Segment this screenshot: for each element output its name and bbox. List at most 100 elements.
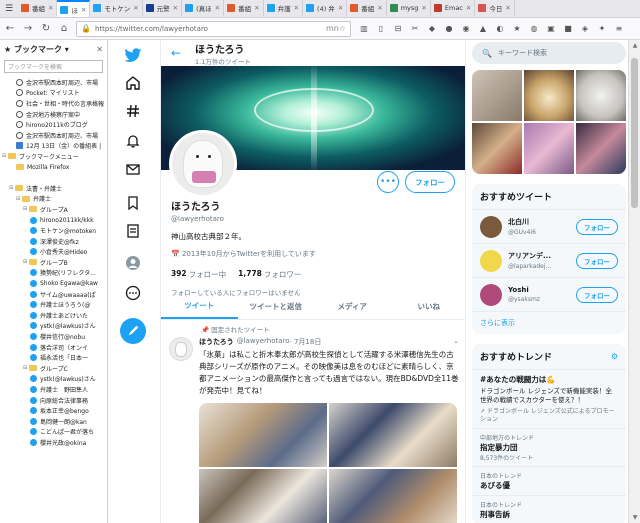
close-tab-icon[interactable]: ✕ (421, 4, 426, 12)
close-tab-icon[interactable]: ✕ (215, 4, 220, 12)
media-thumb-3[interactable] (576, 70, 626, 121)
close-tab-icon[interactable]: ✕ (505, 4, 510, 12)
addon-icon-3[interactable]: ▲ (476, 22, 490, 36)
library-icon[interactable]: ▥ (357, 22, 371, 36)
media-thumb-4[interactable] (472, 123, 522, 174)
trend-tag[interactable]: 刑事告訴 (480, 509, 618, 520)
close-tab-icon[interactable]: ✕ (81, 6, 86, 14)
browser-tab[interactable]: 弁護 ✕ (264, 0, 304, 16)
tab-tweets[interactable]: ツイート (161, 294, 238, 319)
bookmark-folder[interactable]: ⊟ グループB (2, 257, 107, 268)
tweet-image-2[interactable] (329, 403, 457, 467)
bookmark-item[interactable]: 櫻井光政@okina (2, 437, 107, 448)
sidebar-toggle-icon[interactable]: ▯ (374, 22, 388, 36)
lists-icon[interactable] (122, 220, 144, 242)
bookmark-item[interactable]: 弁護士 野田隼人 (2, 384, 107, 395)
more-circle-icon[interactable] (122, 282, 144, 304)
pocket-icon[interactable]: ◆ (425, 22, 439, 36)
addon-icon-7[interactable]: ▣ (544, 22, 558, 36)
bookmark-item[interactable]: 深澤俊史@fkz (2, 236, 107, 247)
browser-tab[interactable]: (4) 弁 ✕ (303, 0, 348, 16)
follow-button[interactable]: フォロー (576, 218, 618, 235)
bookmark-item[interactable]: ystk(@lawkus)さん (2, 374, 107, 385)
browser-tab[interactable]: (真ほ ✕ (182, 0, 225, 16)
scroll-down-icon[interactable]: ▼ (631, 514, 639, 521)
bookmark-item[interactable]: 弁護士ほうろう(@ (2, 299, 107, 310)
bookmark-item[interactable]: 金沢地方検察庁案中 (2, 109, 107, 120)
bookmark-item[interactable]: 坂本正幸@bengo (2, 405, 107, 416)
bookmark-item[interactable]: 向原総合法律事務 (2, 395, 107, 406)
close-tab-icon[interactable]: ✕ (254, 4, 259, 12)
addon-icon-6[interactable]: ◍ (527, 22, 541, 36)
recommend-user[interactable]: Yoshi @ysaksmz フォロー (472, 278, 626, 312)
browser-tab[interactable]: 元警 ✕ (143, 0, 183, 16)
trend-item[interactable]: #あなたの戦闘力は💪 ドラゴンボール レジェンズで新機能実装！全世界の戦績でスカウ… (472, 370, 626, 429)
explore-hashtag-icon[interactable] (122, 100, 144, 122)
browser-tab[interactable]: 番組 ✕ (18, 0, 58, 16)
addon-icon-8[interactable]: ■ (561, 22, 575, 36)
twitter-logo-icon[interactable] (122, 44, 144, 66)
close-tab-icon[interactable]: ✕ (466, 4, 471, 12)
bookmark-item[interactable]: 櫻井信行@nobu (2, 331, 107, 342)
bookmark-item[interactable]: 島岡健一朗@kan (2, 416, 107, 427)
home-icon[interactable]: ⌂ (56, 21, 72, 37)
reload-icon[interactable]: ↻ (38, 21, 54, 37)
close-tab-icon[interactable]: ✕ (377, 4, 382, 12)
scrollbar-thumb[interactable] (631, 58, 638, 208)
bookmark-item[interactable]: 社会・世相・時代の言承格報 (2, 98, 107, 109)
bookmark-item[interactable]: 12月 13日（金）の番組表 | (2, 141, 107, 152)
trend-item[interactable]: 日本のトレンド あびる優 (472, 467, 626, 496)
close-tab-icon[interactable]: ✕ (294, 4, 299, 12)
bookmark-item[interactable]: 金沢市駅西本町周辺、市場 (2, 77, 107, 88)
back-icon[interactable]: ← (2, 21, 18, 37)
tab-tweets-replies[interactable]: ツイートと返信 (238, 294, 315, 319)
gear-icon[interactable]: ⚙ (611, 352, 618, 361)
trend-tag[interactable]: 指定暴力団 (480, 442, 618, 453)
profile-avatar[interactable] (169, 130, 237, 198)
media-thumb-1[interactable] (472, 70, 522, 121)
tweet-image-4[interactable] (329, 469, 457, 523)
bookmark-item[interactable]: 弁護士あどけいた (2, 310, 107, 321)
trend-tag[interactable]: #あなたの戦闘力は💪 (480, 374, 618, 385)
tweet-date[interactable]: · 7月18日 (290, 337, 322, 347)
tab-likes[interactable]: いいね (391, 294, 466, 319)
profile-icon[interactable] (122, 252, 144, 274)
bookmark-folder[interactable]: ⊟ グループA (2, 204, 107, 215)
bookmark-item[interactable]: Shoko Egawa@kaw (2, 278, 107, 289)
addon-icon-4[interactable]: ◐ (493, 22, 507, 36)
followers-count[interactable]: 1,778 (238, 269, 262, 280)
tweet-author-name[interactable]: ほうたろう (199, 337, 234, 347)
tab-media[interactable]: メディア (314, 294, 391, 319)
addon-icon-10[interactable]: ✦ (595, 22, 609, 36)
follow-button[interactable]: フォロー (576, 252, 618, 269)
bookmark-item[interactable]: hirono2011kk/kkk (2, 215, 107, 226)
screenshot-icon[interactable]: ✂ (408, 22, 422, 36)
tweet-image-1[interactable] (199, 403, 327, 467)
bookmark-item[interactable]: 小倉秀夫@Hideo (2, 247, 107, 258)
bookmark-item[interactable]: こどんぱ一君が落ち (2, 427, 107, 438)
compose-tweet-button[interactable] (120, 318, 146, 344)
browser-tab[interactable]: Emac ✕ (431, 0, 476, 16)
browser-tab[interactable]: モトケン ✕ (90, 0, 143, 16)
bookmark-item[interactable]: 猿勢紀(リフレクタ... (2, 268, 107, 279)
close-icon[interactable]: ✕ (96, 45, 103, 54)
addon-icon-2[interactable]: ◉ (459, 22, 473, 36)
bookmark-item[interactable] (2, 172, 107, 183)
show-more-link[interactable]: さらに表示 (472, 312, 626, 334)
reader-icon[interactable]: ⊟ (391, 22, 405, 36)
tweet-image-3[interactable] (199, 469, 327, 523)
media-thumb-5[interactable] (524, 123, 574, 174)
bookmark-item[interactable]: hirono2011kのブログ (2, 119, 107, 130)
browser-tab[interactable]: mysg ✕ (387, 0, 431, 16)
pinned-tweet[interactable]: 📌 固定されたツイート ほうたろう @lawyerhotaro · 7月18日 … (161, 322, 465, 523)
close-tab-icon[interactable]: ✕ (338, 4, 343, 12)
notifications-bell-icon[interactable] (122, 130, 144, 152)
tweet-avatar[interactable] (169, 337, 193, 361)
browser-tab[interactable]: ほ ✕ (57, 0, 91, 17)
bookmark-item[interactable]: 福永活也「日本一 (2, 352, 107, 363)
bookmark-item[interactable]: サイム@uwaaaa(ぱ (2, 289, 107, 300)
bookmark-item[interactable]: 金沢市駅西本町周辺、市場 (2, 130, 107, 141)
scroll-up-icon[interactable]: ▲ (631, 42, 639, 49)
addon-icon-1[interactable]: ● (442, 22, 456, 36)
trend-tag[interactable]: あびる優 (480, 480, 618, 491)
